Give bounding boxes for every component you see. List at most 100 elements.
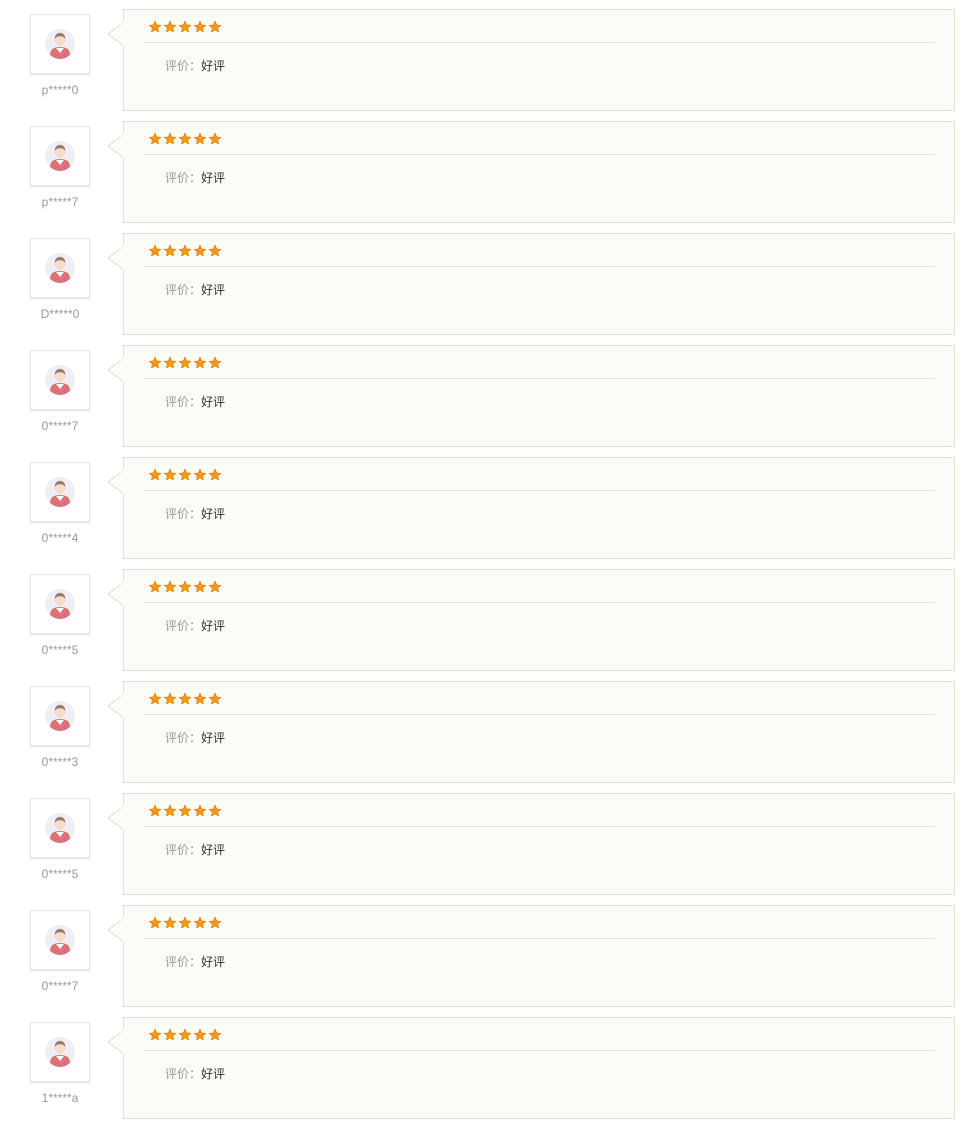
- comment-text: 好评: [201, 619, 226, 633]
- star-icon: [163, 356, 177, 369]
- review-comment: 评价：好评: [165, 842, 225, 858]
- star-rating: [148, 804, 222, 820]
- bubble-arrow: [107, 694, 124, 718]
- star-icon: [208, 356, 222, 369]
- divider: [144, 266, 935, 267]
- bubble-arrow: [107, 806, 124, 830]
- review-item: D*****0 评价：好评: [0, 226, 965, 335]
- star-icon: [208, 916, 222, 929]
- reviewer: 0*****5: [30, 798, 90, 881]
- review-comment: 评价：好评: [165, 618, 225, 634]
- divider: [144, 1050, 935, 1051]
- star-icon: [178, 916, 192, 929]
- star-icon: [178, 20, 192, 33]
- bubble-arrow: [107, 582, 124, 606]
- review-item: 0*****7 评价：好评: [0, 338, 965, 447]
- user-avatar-icon: [30, 1022, 90, 1082]
- bubble-arrow: [107, 358, 124, 382]
- star-icon: [178, 468, 192, 481]
- star-icon: [208, 244, 222, 257]
- comment-label: 评价：: [165, 283, 202, 297]
- divider: [144, 938, 935, 939]
- review-item: 0*****7 评价：好评: [0, 898, 965, 1007]
- bubble-arrow: [107, 470, 124, 494]
- comment-label: 评价：: [165, 507, 202, 521]
- user-avatar-icon: [30, 14, 90, 74]
- review-bubble: 评价：好评: [107, 905, 955, 1007]
- reviewer-username: p*****7: [41, 195, 79, 209]
- star-icon: [208, 692, 222, 705]
- divider: [144, 602, 935, 603]
- reviewer: 0*****4: [30, 462, 90, 545]
- star-icon: [148, 20, 162, 33]
- reviewer: p*****7: [30, 126, 90, 209]
- review-item: 0*****5 评价：好评: [0, 562, 965, 671]
- reviewer-username: 0*****5: [41, 643, 79, 657]
- star-icon: [208, 804, 222, 817]
- comment-text: 好评: [201, 171, 226, 185]
- star-icon: [193, 244, 207, 257]
- star-icon: [193, 468, 207, 481]
- user-avatar-icon: [30, 910, 90, 970]
- star-icon: [178, 580, 192, 593]
- star-icon: [193, 132, 207, 145]
- comment-text: 好评: [201, 283, 226, 297]
- reviewer-username: D*****0: [40, 307, 80, 321]
- bubble-arrow: [107, 246, 124, 270]
- comment-label: 评价：: [165, 1067, 202, 1081]
- reviewer-username: 0*****7: [41, 979, 79, 993]
- review-comment: 评价：好评: [165, 1066, 225, 1082]
- user-avatar-icon: [30, 238, 90, 298]
- star-icon: [193, 916, 207, 929]
- star-icon: [163, 132, 177, 145]
- review-bubble: 评价：好评: [107, 9, 955, 111]
- star-rating: [148, 468, 222, 484]
- star-icon: [208, 132, 222, 145]
- star-icon: [148, 468, 162, 481]
- user-avatar-icon: [30, 126, 90, 186]
- star-rating: [148, 916, 222, 932]
- user-avatar-icon: [30, 350, 90, 410]
- star-rating: [148, 20, 222, 36]
- star-icon: [178, 804, 192, 817]
- reviewer: 0*****7: [30, 350, 90, 433]
- comment-text: 好评: [201, 395, 226, 409]
- reviewer: 1*****a: [30, 1022, 90, 1105]
- divider: [144, 378, 935, 379]
- comment-label: 评价：: [165, 731, 202, 745]
- comment-label: 评价：: [165, 171, 202, 185]
- review-bubble: 评价：好评: [107, 569, 955, 671]
- review-bubble: 评价：好评: [107, 681, 955, 783]
- star-icon: [178, 244, 192, 257]
- review-comment: 评价：好评: [165, 506, 225, 522]
- reviewer: 0*****3: [30, 686, 90, 769]
- star-icon: [148, 1028, 162, 1041]
- star-icon: [148, 580, 162, 593]
- star-icon: [208, 20, 222, 33]
- star-rating: [148, 132, 222, 148]
- star-icon: [148, 916, 162, 929]
- star-icon: [193, 804, 207, 817]
- review-comment: 评价：好评: [165, 58, 225, 74]
- star-icon: [163, 804, 177, 817]
- divider: [144, 490, 935, 491]
- user-avatar-icon: [30, 574, 90, 634]
- divider: [144, 42, 935, 43]
- comment-text: 好评: [201, 1067, 226, 1081]
- reviewer: D*****0: [30, 238, 90, 321]
- review-comment: 评价：好评: [165, 282, 225, 298]
- review-item: 0*****4 评价：好评: [0, 450, 965, 559]
- star-icon: [193, 692, 207, 705]
- review-comment: 评价：好评: [165, 394, 225, 410]
- divider: [144, 154, 935, 155]
- star-icon: [163, 916, 177, 929]
- reviewer: p*****0: [30, 14, 90, 97]
- star-icon: [163, 1028, 177, 1041]
- star-icon: [178, 692, 192, 705]
- bubble-arrow: [107, 22, 124, 46]
- review-bubble: 评价：好评: [107, 233, 955, 335]
- bubble-arrow: [107, 1030, 124, 1054]
- star-icon: [178, 132, 192, 145]
- star-icon: [193, 1028, 207, 1041]
- comment-label: 评价：: [165, 395, 202, 409]
